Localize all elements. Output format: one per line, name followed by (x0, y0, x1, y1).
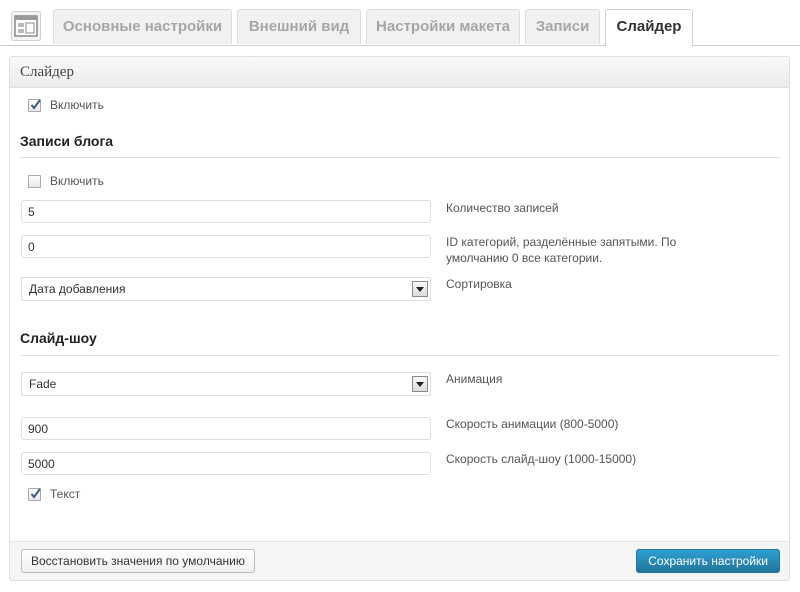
blog-posts-title: Записи блога (20, 133, 114, 149)
category-ids-label: ID категорий, разделённые запятыми. По у… (446, 235, 677, 265)
enable-blog-posts-label: Включить (50, 174, 104, 188)
dropdown-arrow-icon (412, 281, 428, 297)
divider (20, 355, 780, 356)
enable-slider-checkbox[interactable] (28, 99, 41, 112)
tab-appearance[interactable]: Внешний вид (237, 9, 361, 44)
slideshow-speed-input[interactable] (21, 452, 431, 475)
animation-speed-label: Скорость анимации (800-5000) (446, 417, 619, 431)
sort-label: Сортировка (446, 277, 512, 291)
animation-select[interactable]: Fade (21, 372, 431, 396)
sort-select-value: Дата добавления (29, 282, 126, 296)
settings-panel: Слайдер Включить Записи блога Включить К… (9, 56, 790, 581)
slideshow-speed-label: Скорость слайд-шоу (1000-15000) (446, 452, 637, 466)
enable-slider-label: Включить (50, 98, 104, 112)
layout-icon (11, 11, 41, 41)
dropdown-arrow-icon (412, 376, 428, 392)
divider (20, 157, 780, 158)
panel-title: Слайдер (10, 57, 789, 88)
sort-select[interactable]: Дата добавления (21, 277, 431, 301)
animation-speed-input[interactable] (21, 417, 431, 440)
checkmark-icon (30, 99, 41, 110)
post-count-label: Количество записей (446, 201, 559, 215)
tab-bar: Основные настройки Внешний вид Настройки… (0, 0, 800, 46)
tab-general-settings[interactable]: Основные настройки (53, 9, 232, 44)
tab-slider[interactable]: Слайдер (605, 9, 693, 46)
enable-blog-posts-checkbox[interactable] (28, 175, 41, 188)
animation-select-value: Fade (29, 377, 57, 391)
save-settings-button[interactable]: Сохранить настройки (636, 549, 780, 573)
tab-posts[interactable]: Записи (525, 9, 600, 44)
slideshow-title: Слайд-шоу (20, 330, 97, 346)
category-ids-input[interactable] (21, 235, 431, 258)
panel-footer: Восстановить значения по умолчанию Сохра… (10, 541, 789, 580)
post-count-input[interactable] (21, 200, 431, 223)
checkmark-icon (30, 488, 41, 499)
animation-label: Анимация (446, 372, 503, 386)
show-text-label: Текст (50, 487, 81, 501)
reset-defaults-button[interactable]: Восстановить значения по умолчанию (21, 549, 255, 573)
tab-layout-settings[interactable]: Настройки макета (366, 9, 520, 44)
show-text-checkbox[interactable] (28, 488, 41, 501)
